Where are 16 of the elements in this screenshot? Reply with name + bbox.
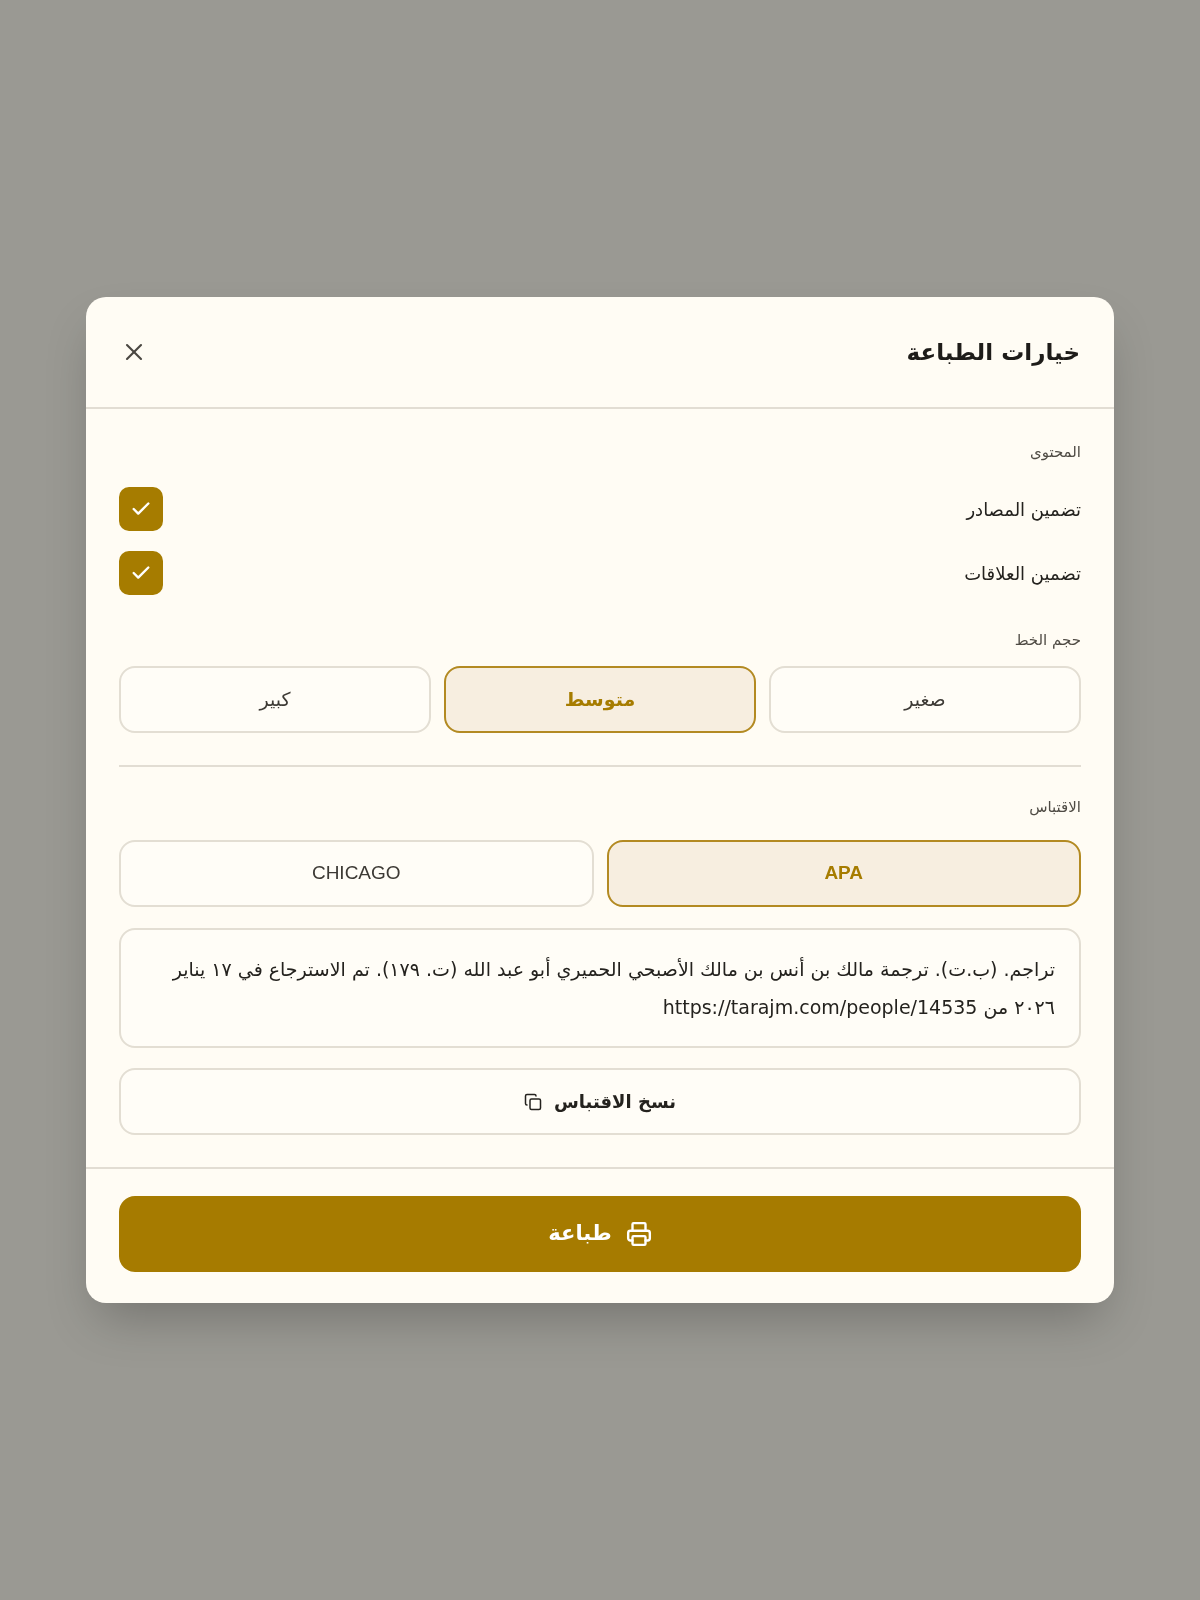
print-button[interactable]: طباعة <box>119 1196 1081 1272</box>
copy-icon <box>524 1092 542 1111</box>
checkbox[interactable] <box>119 551 163 595</box>
checkbox[interactable] <box>119 487 163 531</box>
printer-icon <box>625 1221 652 1247</box>
option-button[interactable]: صغير <box>769 666 1081 733</box>
copy-citation-button[interactable]: نسخ الاقتباس <box>119 1068 1081 1135</box>
dialog-title: خيارات الطباعة <box>906 337 1080 368</box>
section-label: حجم الخط <box>1013 630 1081 650</box>
checkbox-label: تضمين المصادر <box>966 497 1081 523</box>
citation-text: تراجم. (ب.ت). ترجمة مالك بن أنس بن مالك الأصبحي الحميري أبو عبد الله (ت. ١٧٩). تم الاسترجاع في ١٧ يناير ٢٠٢٦ من https://tarajm.com/people/14535 <box>119 928 1081 1048</box>
checkbox-label: تضمين العلاقات <box>964 561 1081 587</box>
section-label: المحتوى <box>1028 442 1081 462</box>
option-button[interactable]: CHICAGO <box>119 840 594 907</box>
option-button[interactable]: كبير <box>119 666 431 733</box>
section-label: الاقتباس <box>1028 797 1081 817</box>
